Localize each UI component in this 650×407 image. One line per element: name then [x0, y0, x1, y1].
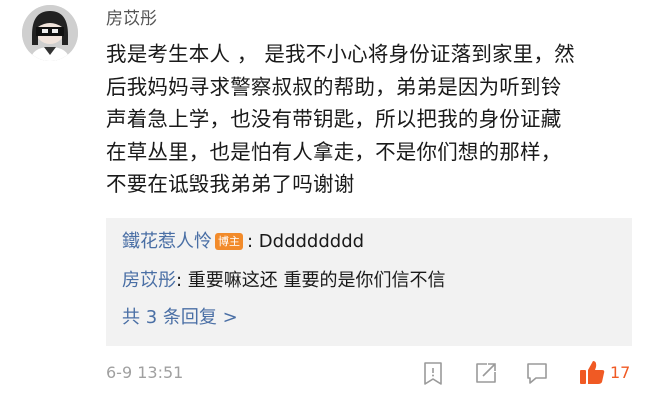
share-icon[interactable] [473, 360, 499, 386]
comment-line: 我是考生本人 ， 是我不小心将身份证落到家里，然 [106, 42, 575, 66]
avatar-photo [22, 5, 78, 61]
reply-box: 鐵花惹人怜 博主: Ddddddddd 房苡彤: 重要嘛这还 重要的是你们信不信 … [106, 218, 632, 346]
reply-item[interactable]: 房苡彤: 重要嘛这还 重要的是你们信不信 [122, 269, 446, 293]
delete-icon[interactable] [420, 360, 446, 386]
comment-line: 后我妈妈寻求警察叔叔的帮助，弟弟是因为听到铃 [106, 74, 562, 99]
view-all-replies-link[interactable]: 共 3 条回复 > [122, 306, 238, 330]
like-icon[interactable] [578, 358, 605, 384]
comment-line: 在草丛里，也是怕有人拿走，不是你们想的那样， [106, 139, 562, 164]
comment-username[interactable]: 房苡彤 [106, 8, 157, 30]
comment-line: 声着急上学，也没有带钥匙，所以把我的身份证藏 [106, 107, 562, 132]
comment-text: 我是考生本人 ， 是我不小心将身份证落到家里，然 后我妈妈寻求警察叔叔的帮助，弟… [106, 38, 636, 201]
reply-text: : 重要嘛这还 重要的是你们信不信 [176, 270, 446, 291]
blogger-badge: 博主 [215, 233, 243, 250]
comment-line: 不要在诋毁我弟弟了吗谢谢 [106, 172, 355, 197]
comment-icon[interactable] [524, 360, 550, 386]
reply-username[interactable]: 房苡彤 [122, 270, 176, 291]
like-count: 17 [610, 363, 631, 382]
comment-timestamp: 6-9 13:51 [106, 363, 184, 382]
reply-text: : Ddddddddd [247, 231, 365, 252]
avatar[interactable] [22, 5, 78, 61]
reply-username[interactable]: 鐵花惹人怜 [122, 231, 212, 252]
reply-item[interactable]: 鐵花惹人怜 博主: Ddddddddd [122, 230, 364, 254]
